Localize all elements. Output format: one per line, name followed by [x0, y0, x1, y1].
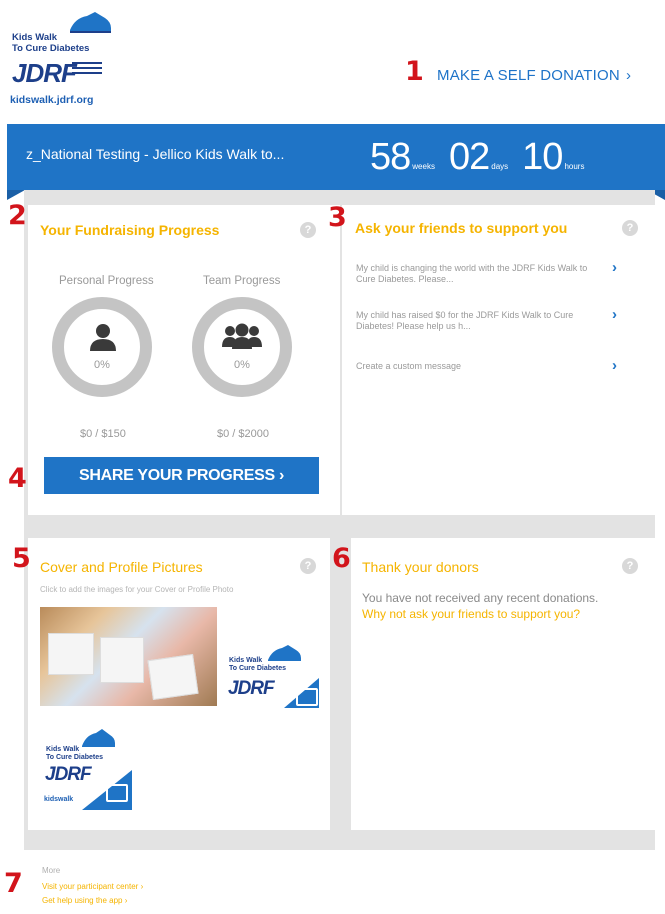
jdrf-stripes — [72, 62, 102, 77]
step-marker-1: 1 — [405, 56, 424, 87]
days-unit: days — [491, 162, 509, 171]
weeks-value: 58 — [370, 136, 411, 178]
site-url[interactable]: kidswalk.jdrf.org — [10, 94, 93, 106]
chevron-right-icon[interactable]: › — [612, 306, 617, 323]
step-marker-4: 4 — [8, 463, 27, 494]
team-progress-percent: 0% — [234, 359, 250, 371]
fundraising-title: Your Fundraising Progress — [40, 222, 220, 238]
photo-sign — [100, 637, 144, 683]
donors-message: You have not received any recent donatio… — [362, 590, 617, 622]
help-icon[interactable]: ? — [622, 220, 638, 236]
step-marker-3: 3 — [328, 202, 347, 233]
ask-friends-link[interactable]: Why not ask your friends to support you? — [362, 607, 580, 621]
donors-title: Thank your donors — [362, 559, 479, 575]
friend-message-1[interactable]: My child is changing the world with the … — [356, 263, 606, 285]
self-donation-link[interactable]: MAKE A SELF DONATION › — [437, 67, 631, 84]
friend-message-custom[interactable]: Create a custom message — [356, 361, 606, 372]
share-progress-button[interactable]: SHARE YOUR PROGRESS › — [44, 457, 319, 494]
jdrf-wordmark: JDRF — [12, 58, 77, 88]
kids-walk-logo: Kids Walk To Cure Diabetes JDRF kidswalk… — [10, 8, 120, 108]
tile-logo-text: Kids Walk To Cure Diabetes — [229, 657, 287, 672]
cover-photo[interactable] — [40, 607, 217, 706]
self-donation-label: MAKE A SELF DONATION — [437, 67, 620, 84]
step-marker-6: 6 — [332, 543, 351, 574]
app-help-link[interactable]: Get help using the app › — [42, 896, 127, 905]
friend-message-2[interactable]: My child has raised $0 for the JDRF Kids… — [356, 310, 606, 332]
help-icon[interactable]: ? — [300, 222, 316, 238]
photo-sign — [147, 653, 199, 701]
chevron-right-icon[interactable]: › — [612, 259, 617, 276]
more-label: More — [42, 866, 61, 875]
cover-logo-tile[interactable]: Kids Walk To Cure Diabetes JDRF — [224, 640, 319, 708]
ask-friends-card — [342, 205, 655, 515]
event-name[interactable]: z_National Testing - Jellico Kids Walk t… — [26, 146, 284, 162]
donors-message-text: You have not received any recent donatio… — [362, 591, 599, 605]
banner-fold-left — [7, 190, 25, 200]
ask-friends-title: Ask your friends to support you — [355, 220, 568, 236]
profile-logo-tile[interactable]: Kids Walk To Cure Diabetes JDRF kidswalk — [42, 724, 132, 810]
participant-center-link[interactable]: Visit your participant center › — [42, 882, 143, 891]
donors-card — [351, 538, 655, 830]
personal-progress-ring: 0% — [52, 297, 152, 397]
team-icon — [222, 323, 262, 349]
step-marker-2: 2 — [8, 200, 27, 231]
team-progress-label: Team Progress — [203, 275, 281, 287]
weeks-unit: weeks — [412, 162, 435, 171]
personal-progress-label: Personal Progress — [59, 275, 154, 287]
team-amount: $0 / $2000 — [217, 428, 269, 440]
pictures-title: Cover and Profile Pictures — [40, 559, 203, 575]
share-icon[interactable] — [296, 688, 318, 706]
step-marker-5: 5 — [12, 543, 31, 574]
jdrf-wordmark: JDRF — [228, 678, 275, 699]
team-progress-ring: 0% — [192, 297, 292, 397]
days-value: 02 — [448, 136, 490, 178]
countdown: 58 weeks 02 days 10 hours — [370, 136, 584, 179]
step-marker-7: 7 — [4, 868, 23, 899]
personal-amount: $0 / $150 — [80, 428, 126, 440]
person-icon — [90, 324, 116, 351]
photo-sign — [48, 633, 94, 675]
help-icon[interactable]: ? — [622, 558, 638, 574]
share-icon[interactable] — [106, 784, 128, 802]
help-icon[interactable]: ? — [300, 558, 316, 574]
chevron-right-icon: › — [625, 67, 632, 84]
hours-value: 10 — [522, 136, 563, 178]
hours-unit: hours — [564, 162, 585, 171]
chevron-right-icon[interactable]: › — [612, 357, 617, 374]
personal-progress-percent: 0% — [94, 359, 110, 371]
tile-logo-text: Kids Walk To Cure Diabetes — [46, 746, 104, 761]
tile-url: kidswalk — [44, 796, 74, 803]
logo-text: Kids Walk To Cure Diabetes — [12, 32, 90, 54]
pictures-hint: Click to add the images for your Cover o… — [40, 585, 234, 594]
